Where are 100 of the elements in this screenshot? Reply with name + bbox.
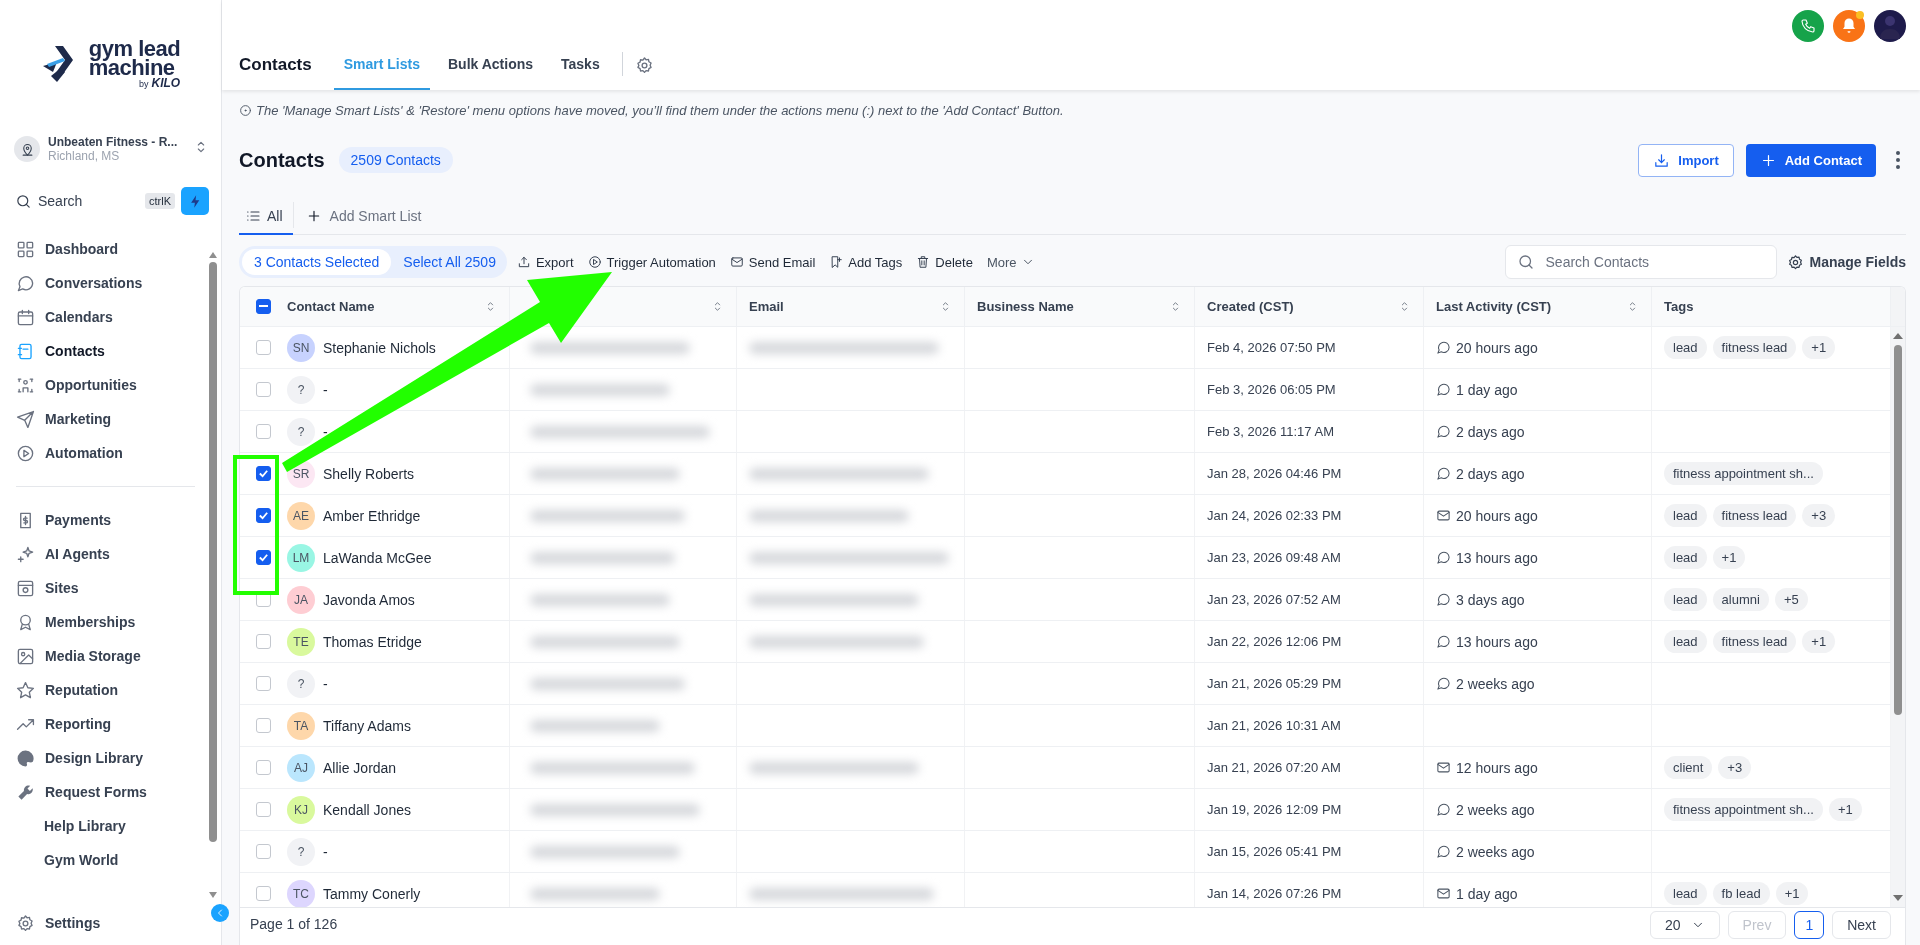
bulk-action[interactable]: Send Email (729, 254, 816, 270)
nav-item[interactable]: Request Forms (0, 775, 221, 809)
initials-avatar: JA (287, 585, 315, 614)
nav-item[interactable]: Reputation (0, 673, 221, 707)
bulk-action[interactable]: Export (516, 254, 574, 270)
nav-item[interactable]: Media Storage (0, 639, 221, 673)
tag-chip: client (1664, 756, 1713, 780)
activity-text: 2 days ago (1456, 465, 1525, 482)
tag-chip: lead (1664, 588, 1707, 612)
next-button[interactable]: Next (1832, 910, 1891, 939)
column-header[interactable]: Business Name (977, 299, 1163, 315)
bulk-action[interactable]: Trigger Automation (587, 254, 716, 270)
page-button[interactable]: 1 (1794, 910, 1825, 939)
nav-item[interactable]: Opportunities (0, 368, 221, 402)
row-checkbox[interactable] (256, 634, 271, 650)
contact-name[interactable]: Shelly Roberts (323, 465, 415, 482)
nav-item[interactable]: Automation (0, 436, 221, 470)
add-smart-list-tab[interactable]: Add Smart List (299, 198, 428, 234)
contact-name[interactable]: Tiffany Adams (323, 717, 411, 734)
scroll-up-arrow-icon[interactable] (1893, 333, 1903, 340)
nav-tab[interactable]: Tasks (551, 44, 610, 90)
activity-text: 3 days ago (1456, 591, 1525, 608)
nav-item[interactable]: Memberships (0, 605, 221, 639)
column-header[interactable]: Last Activity (CST) (1436, 299, 1620, 315)
column-header[interactable]: Tags (1664, 299, 1878, 315)
nav-item[interactable]: AI Agents (0, 537, 221, 571)
contact-name[interactable]: Tammy Conerly (323, 885, 421, 902)
nav-item[interactable]: Dashboard (0, 232, 221, 266)
nav-tab[interactable]: Bulk Actions (438, 44, 544, 90)
nav-item[interactable]: Contacts (0, 334, 221, 368)
quick-action-button[interactable] (181, 187, 209, 215)
table-cell: Jan 21, 2026 05:29 PM (1207, 676, 1342, 692)
select-all-link[interactable]: Select All 2509 (391, 249, 504, 275)
row-checkbox[interactable] (256, 844, 271, 860)
row-checkbox[interactable] (256, 508, 271, 524)
scrollbar-thumb[interactable] (209, 262, 217, 842)
column-header[interactable]: Created (CST) (1207, 299, 1392, 315)
tag-chip: +1 (1775, 882, 1809, 906)
nav-item[interactable]: Payments (0, 503, 221, 537)
tag-chip: +3 (1718, 756, 1752, 780)
collapse-button[interactable] (211, 904, 229, 922)
image-icon (16, 646, 35, 666)
table-cell: Jan 24, 2026 02:33 PM (1207, 508, 1342, 524)
bulk-action[interactable]: Delete (916, 254, 973, 270)
contact-name[interactable]: Amber Ethridge (323, 507, 421, 524)
settings-icon (16, 913, 35, 933)
user-avatar[interactable] (1874, 10, 1906, 42)
contact-name[interactable]: - (323, 843, 328, 860)
column-header[interactable]: Contact Name (287, 299, 478, 315)
initials-avatar: TC (287, 879, 315, 907)
initials-avatar: AJ (287, 753, 315, 782)
add-contact-button[interactable]: Add Contact (1745, 143, 1876, 177)
initials-avatar: ? (287, 669, 315, 698)
row-checkbox[interactable] (256, 340, 271, 356)
row-checkbox[interactable] (256, 886, 271, 902)
tag-chip: fitness lead (1712, 630, 1797, 654)
nav-item[interactable]: Calendars (0, 300, 221, 334)
page-title: Contacts (239, 148, 325, 172)
contact-name[interactable]: Kendall Jones (323, 801, 411, 818)
nav-item[interactable]: Conversations (0, 266, 221, 300)
nav-item[interactable]: Help Library (0, 809, 221, 843)
row-checkbox[interactable] (256, 760, 271, 776)
bulk-action[interactable]: Add Tags (829, 254, 903, 270)
column-header[interactable]: Email (749, 299, 933, 315)
row-checkbox[interactable] (256, 718, 271, 734)
settings-icon (1786, 253, 1804, 271)
contact-name[interactable]: Allie Jordan (323, 759, 397, 776)
row-checkbox[interactable] (256, 550, 271, 566)
select-all-checkbox[interactable] (256, 299, 271, 315)
nav-item[interactable]: Reporting (0, 707, 221, 741)
contact-name[interactable]: Javonda Amos (323, 591, 415, 608)
contact-name[interactable]: LaWanda McGee (323, 549, 432, 566)
row-checkbox[interactable] (256, 424, 271, 440)
scroll-down-arrow-icon[interactable] (209, 892, 217, 898)
contact-name[interactable]: Thomas Etridge (323, 633, 422, 650)
contact-name[interactable]: Stephanie Nichols (323, 339, 436, 356)
table-cell: Feb 3, 2026 11:17 AM (1207, 424, 1334, 440)
contact-name[interactable]: - (323, 675, 328, 692)
row-checkbox[interactable] (256, 802, 271, 818)
row-checkbox[interactable] (256, 466, 271, 482)
manage-fields-button[interactable]: Manage Fields (1786, 253, 1906, 271)
trash-icon (916, 255, 931, 269)
contact-name[interactable]: - (323, 381, 328, 398)
search-field[interactable]: Search Contacts (1504, 245, 1777, 279)
account-name[interactable]: Unbeaten Fitness - R... (48, 135, 185, 149)
more-menu[interactable]: More (986, 254, 1035, 270)
row-checkbox[interactable] (256, 382, 271, 398)
nav-item[interactable]: Gym World (0, 843, 221, 877)
scroll-down-arrow-icon[interactable] (1893, 894, 1903, 901)
nav-item[interactable]: Sites (0, 571, 221, 605)
scrollbar-thumb[interactable] (1894, 345, 1902, 716)
notifications-button[interactable] (1833, 10, 1865, 42)
page-size-select[interactable]: 20 (1650, 910, 1720, 939)
nav-item[interactable]: Design Library (0, 741, 221, 775)
row-checkbox[interactable] (256, 676, 271, 692)
import-button[interactable]: Import (1638, 143, 1734, 177)
settings-item[interactable]: Settings (0, 908, 101, 938)
search-link[interactable]: Search (38, 193, 139, 209)
phone-button[interactable] (1792, 10, 1824, 42)
nav-item[interactable]: Marketing (0, 402, 221, 436)
